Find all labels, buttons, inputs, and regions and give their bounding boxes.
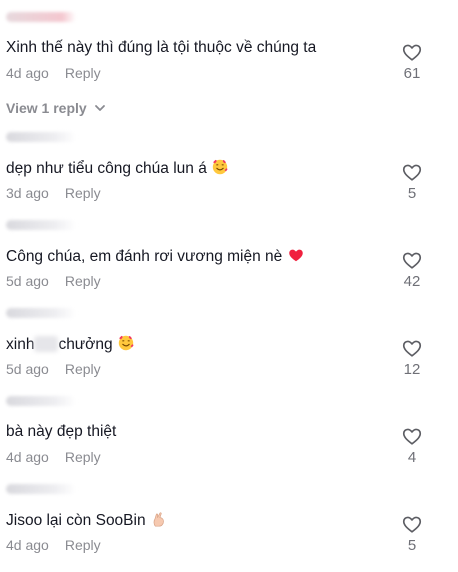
comment-text-row: Công chúa, em đánh rơi vương miện nè: [6, 246, 305, 267]
heart-outline-icon[interactable]: [401, 425, 423, 447]
view-replies-label: View 1 reply: [6, 100, 87, 116]
comment-time: 5d ago: [6, 273, 49, 289]
heart-outline-icon[interactable]: [401, 41, 423, 63]
username-blurred[interactable]: [6, 484, 76, 494]
reply-button[interactable]: Reply: [65, 65, 101, 81]
comment-item: dẹp như tiểu công chúa lun á 3d ago Reply…: [0, 132, 458, 220]
comment-text-start: xinh: [6, 336, 35, 353]
heart-outline-icon[interactable]: [401, 513, 423, 535]
heart-outline-icon[interactable]: [401, 161, 423, 183]
heart-outline-icon[interactable]: [401, 337, 423, 359]
censor-blur: [34, 336, 59, 352]
like-count: 42: [403, 273, 421, 290]
reply-button[interactable]: Reply: [65, 537, 101, 553]
comment-time: 4d ago: [6, 449, 49, 465]
like-count: 12: [403, 361, 421, 378]
like-count: 5: [407, 537, 417, 554]
chevron-down-icon: [94, 105, 105, 111]
comment-item: Công chúa, em đánh rơi vương miện nè 5d …: [0, 220, 458, 308]
username-blurred[interactable]: [6, 132, 76, 142]
comment-item: Xinh thế này thì đúng là tội thuộc về ch…: [0, 12, 458, 116]
comment-text: Công chúa, em đánh rơi vương miện nè: [6, 248, 283, 265]
reply-button[interactable]: Reply: [65, 273, 101, 289]
comment-meta: 4d ago Reply: [6, 65, 101, 81]
comment-time: 4d ago: [6, 65, 49, 81]
comment-text: dẹp như tiểu công chúa lun á: [6, 160, 207, 177]
reply-button[interactable]: Reply: [65, 361, 101, 377]
comment-text-end: chưởng: [58, 336, 113, 353]
comment-item: bà này đẹp thiệt 4d ago Reply 4: [0, 396, 458, 484]
comment-text-row: xinh chưởng: [6, 334, 135, 355]
comment-item: Jisoo lại còn SooBin 4d ago Reply 5: [0, 484, 458, 572]
heart-outline-icon[interactable]: [401, 249, 423, 271]
comment-time: 4d ago: [6, 537, 49, 553]
comment-text: Jisoo lại còn SooBin: [6, 512, 146, 529]
username-blurred[interactable]: [6, 12, 76, 22]
like-count: 4: [407, 449, 417, 466]
comment-text-row: Jisoo lại còn SooBin: [6, 510, 168, 531]
red-heart-icon: [288, 249, 303, 262]
comment-text: bà này đẹp thiệt: [6, 423, 117, 440]
comment-meta: 4d ago Reply: [6, 449, 101, 465]
smiling-face-with-hearts-icon: [118, 335, 134, 351]
comment-meta: 5d ago Reply: [6, 361, 101, 377]
view-replies-button[interactable]: View 1 reply: [6, 100, 106, 116]
comment-text: Xinh thế này thì đúng là tội thuộc về ch…: [6, 39, 317, 56]
smiling-face-with-hearts-icon: [212, 159, 228, 175]
username-blurred[interactable]: [6, 308, 76, 318]
reply-button[interactable]: Reply: [65, 449, 101, 465]
pinching-hand-icon: [153, 512, 164, 527]
username-blurred[interactable]: [6, 220, 76, 230]
comment-time: 3d ago: [6, 185, 49, 201]
comment-text-row: dẹp như tiểu công chúa lun á: [6, 158, 229, 179]
comment-item: xinh chưởng 5d ago Reply 12: [0, 308, 458, 396]
comment-meta: 5d ago Reply: [6, 273, 101, 289]
like-count: 5: [407, 185, 417, 202]
comment-meta: 3d ago Reply: [6, 185, 101, 201]
comment-time: 5d ago: [6, 361, 49, 377]
username-blurred[interactable]: [6, 396, 76, 406]
comment-meta: 4d ago Reply: [6, 537, 101, 553]
like-count: 61: [403, 65, 421, 82]
reply-button[interactable]: Reply: [65, 185, 101, 201]
